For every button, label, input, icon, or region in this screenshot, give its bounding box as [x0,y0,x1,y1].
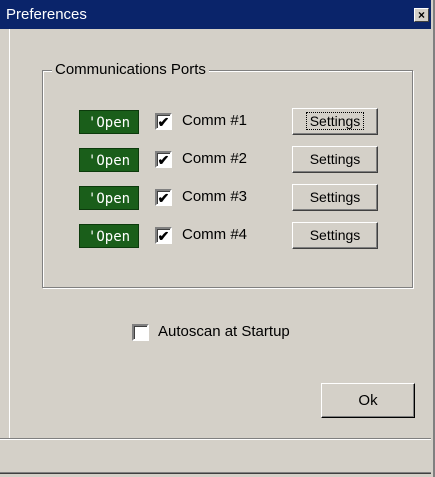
comm-4-label: Comm #4 [182,226,248,243]
comm-3-label: Comm #3 [182,188,248,205]
comm-2-checkbox[interactable]: ✔ [155,151,172,168]
preferences-window: Preferences × Communications Ports 'Open… [0,0,435,477]
settings-label: Settings [309,227,361,243]
comm-1-label: Comm #1 [182,112,248,129]
group-label: Communications Ports [52,61,209,79]
separator [0,438,431,440]
comm-3-settings-button[interactable]: Settings [292,184,378,211]
comm-3-checkbox[interactable]: ✔ [155,189,172,206]
close-button[interactable]: × [414,8,429,22]
open-indicator: 'Open [79,224,139,248]
settings-label: Settings [309,151,361,167]
window-title: Preferences [6,6,87,23]
left-edge [9,29,10,439]
autoscan-label: Autoscan at Startup [158,323,290,340]
autoscan-checkbox[interactable] [132,324,149,341]
comm-2-label: Comm #2 [182,150,248,167]
settings-label: Settings [305,112,365,130]
communications-ports-group [42,70,413,288]
settings-label: Settings [309,189,361,205]
comm-4-checkbox[interactable]: ✔ [155,227,172,244]
ok-button[interactable]: Ok [321,383,415,418]
comm-1-checkbox[interactable]: ✔ [155,113,172,130]
bottom-border [0,472,431,474]
title-bar: Preferences × [0,0,431,29]
close-icon: × [417,8,425,22]
comm-2-settings-button[interactable]: Settings [292,146,378,173]
comm-4-settings-button[interactable]: Settings [292,222,378,249]
open-indicator: 'Open [79,110,139,134]
open-indicator: 'Open [79,186,139,210]
open-indicator: 'Open [79,148,139,172]
comm-1-settings-button[interactable]: Settings [292,108,378,135]
